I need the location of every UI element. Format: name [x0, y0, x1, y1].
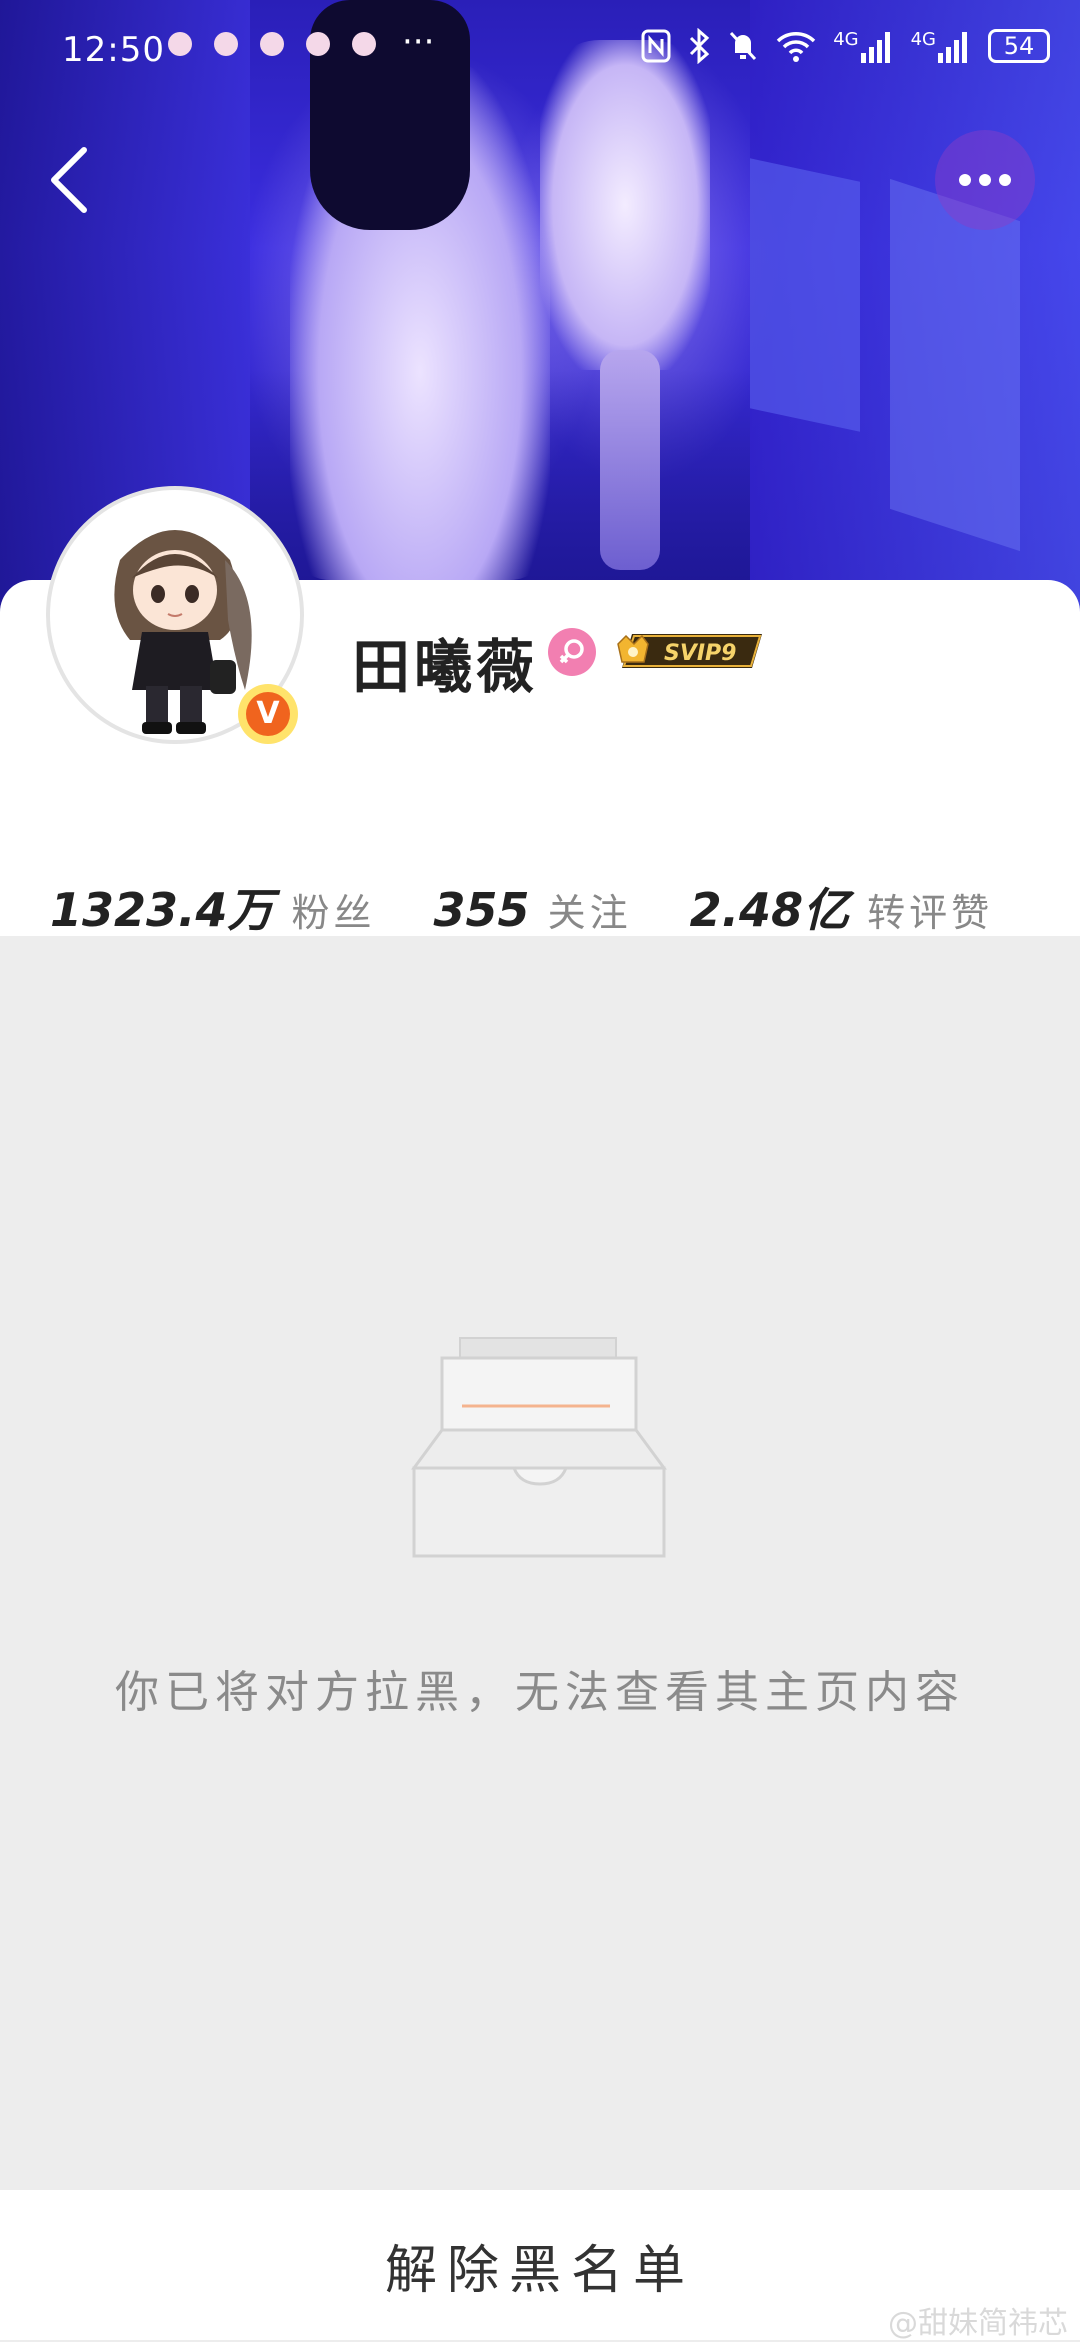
notification-icon — [260, 32, 284, 56]
empty-inbox-icon — [410, 1334, 670, 1562]
blocked-content-area — [0, 936, 1080, 2190]
notification-icon — [352, 32, 376, 56]
blocked-message: 你已将对方拉黑，无法查看其主页内容 — [115, 1667, 965, 1718]
female-icon — [548, 628, 596, 676]
stat-value: 1323.4万 — [50, 883, 274, 937]
svip-label: SVIP9 — [664, 641, 737, 666]
unblock-label: 解除黑名单 — [384, 2240, 695, 2301]
stat-label: 关注 — [547, 891, 632, 935]
status-overflow: ··· — [402, 22, 435, 62]
profile-name: 田曦薇 — [352, 633, 539, 701]
notification-icon — [214, 32, 238, 56]
nfc-icon — [641, 29, 671, 63]
mute-bell-icon — [730, 31, 757, 61]
more-options-button[interactable] — [935, 130, 1035, 230]
chevron-left-icon — [51, 147, 87, 213]
signal-bars-icon — [860, 32, 890, 63]
more-horizontal-icon — [959, 174, 971, 186]
stat-interactions[interactable]: 2.48亿 转评赞 — [690, 874, 994, 940]
signal-bars-icon — [938, 32, 967, 63]
signal-2: 4G — [911, 29, 972, 63]
stat-value: 2.48亿 — [689, 883, 850, 937]
stat-value: 355 — [433, 883, 530, 937]
watermark: @甜妹简祎芯 — [888, 2306, 1068, 2341]
notification-icon — [306, 32, 330, 56]
back-button[interactable] — [40, 140, 100, 220]
bluetooth-icon — [690, 28, 710, 64]
signal-1: 4G — [833, 29, 894, 63]
stat-label: 粉丝 — [291, 891, 376, 935]
notification-icon — [168, 32, 192, 56]
status-time: 12:50 — [62, 30, 165, 70]
verified-v-icon: V — [246, 692, 290, 736]
status-bar: 12:50 ··· 4G 4G 54 — [0, 0, 1080, 100]
profile-stats: 1323.4万 粉丝 355 关注 2.48亿 转评赞 — [50, 874, 1051, 940]
notification-icons — [168, 32, 376, 56]
battery-indicator: 54 — [988, 29, 1050, 63]
stat-following[interactable]: 355 关注 — [434, 882, 632, 937]
wifi-icon — [776, 32, 816, 62]
svip-badge[interactable]: SVIP9 — [612, 630, 770, 672]
stat-label: 转评赞 — [867, 891, 994, 935]
verified-badge: V — [238, 684, 298, 744]
stat-followers[interactable]: 1323.4万 粉丝 — [50, 874, 376, 940]
status-right-icons: 4G 4G 54 — [641, 28, 1050, 64]
